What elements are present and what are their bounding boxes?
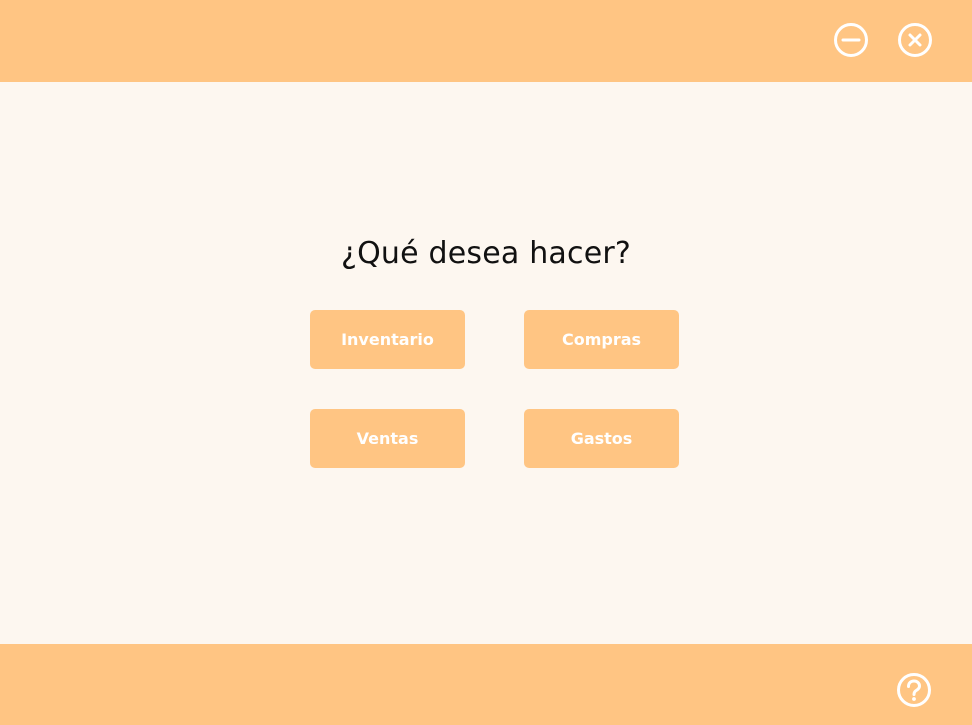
- top-bar: [0, 0, 972, 82]
- compras-button[interactable]: Compras: [524, 310, 679, 369]
- close-button[interactable]: [897, 22, 933, 58]
- gastos-button[interactable]: Gastos: [524, 409, 679, 468]
- ventas-button[interactable]: Ventas: [310, 409, 465, 468]
- x-circle-icon: [898, 23, 932, 57]
- help-button[interactable]: [896, 672, 932, 708]
- minus-circle-icon: [834, 23, 868, 57]
- minimize-button[interactable]: [833, 22, 869, 58]
- page-title: ¿Qué desea hacer?: [340, 236, 632, 271]
- bottom-bar: [0, 644, 972, 725]
- question-circle-icon: [897, 673, 931, 707]
- app-window: ¿Qué desea hacer? Inventario Compras Ven…: [0, 0, 972, 725]
- inventario-button[interactable]: Inventario: [310, 310, 465, 369]
